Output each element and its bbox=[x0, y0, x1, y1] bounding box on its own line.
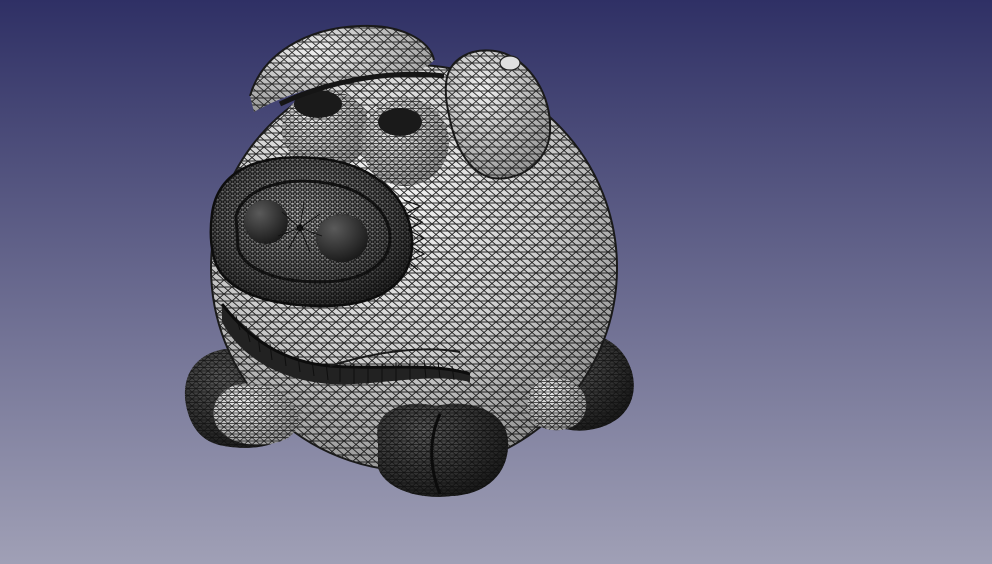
right-nostril bbox=[316, 214, 368, 262]
right-eye bbox=[361, 98, 449, 186]
3d-viewport[interactable] bbox=[0, 0, 992, 564]
front-foot bbox=[377, 403, 509, 497]
3d-scene[interactable] bbox=[0, 0, 992, 564]
left-nostril bbox=[244, 200, 288, 244]
